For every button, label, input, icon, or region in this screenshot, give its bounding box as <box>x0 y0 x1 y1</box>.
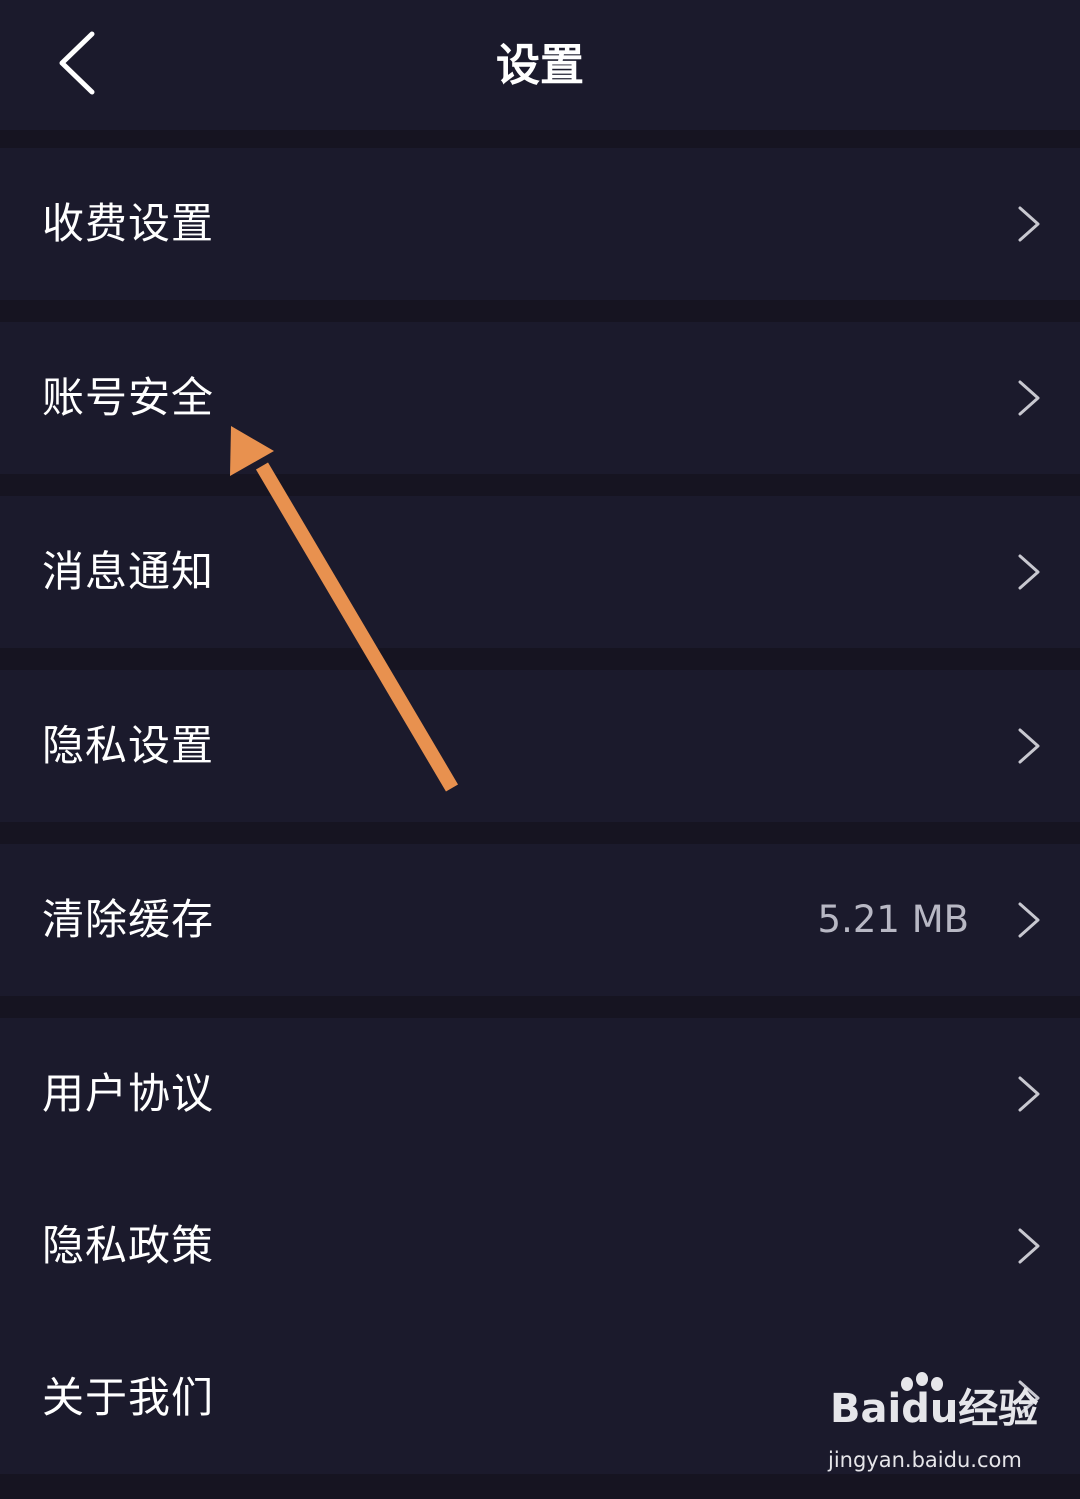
settings-item-clear-cache[interactable]: 清除缓存 5.21 MB <box>0 844 1080 996</box>
settings-item-label: 账号安全 <box>42 373 215 422</box>
settings-item-privacy-policy[interactable]: 隐私政策 <box>0 1170 1080 1322</box>
settings-item-label: 收费设置 <box>42 199 215 248</box>
settings-item-label: 关于我们 <box>42 1373 215 1422</box>
chevron-right-icon <box>1018 1076 1040 1112</box>
chevron-right-icon <box>1018 1228 1040 1264</box>
page-title: 设置 <box>496 40 584 91</box>
chevron-right-icon <box>1018 380 1040 416</box>
settings-item-account-security[interactable]: 账号安全 <box>0 322 1080 474</box>
top-bar: 设置 <box>0 0 1080 130</box>
settings-item-label: 隐私政策 <box>42 1221 215 1270</box>
watermark-url: jingyan.baidu.com <box>828 1448 1022 1472</box>
settings-item-privacy-settings[interactable]: 隐私设置 <box>0 670 1080 822</box>
settings-item-label: 用户协议 <box>42 1069 215 1118</box>
chevron-right-icon <box>1018 728 1040 764</box>
chevron-right-icon <box>1018 902 1040 938</box>
settings-item-user-agreement[interactable]: 用户协议 <box>0 1018 1080 1170</box>
chevron-right-icon <box>1018 554 1040 590</box>
settings-item-label: 消息通知 <box>42 547 215 596</box>
settings-item-label: 清除缓存 <box>42 895 215 944</box>
chevron-right-icon <box>1018 206 1040 242</box>
baidu-jingyan-watermark: Baidu经验 jingyan.baidu.com <box>826 1372 1038 1480</box>
settings-item-notifications[interactable]: 消息通知 <box>0 496 1080 648</box>
cache-size-value: 5.21 MB <box>817 898 969 941</box>
watermark-brand: Baidu经验 <box>830 1386 1039 1432</box>
settings-item-billing[interactable]: 收费设置 <box>0 148 1080 300</box>
settings-item-label: 隐私设置 <box>42 721 215 770</box>
